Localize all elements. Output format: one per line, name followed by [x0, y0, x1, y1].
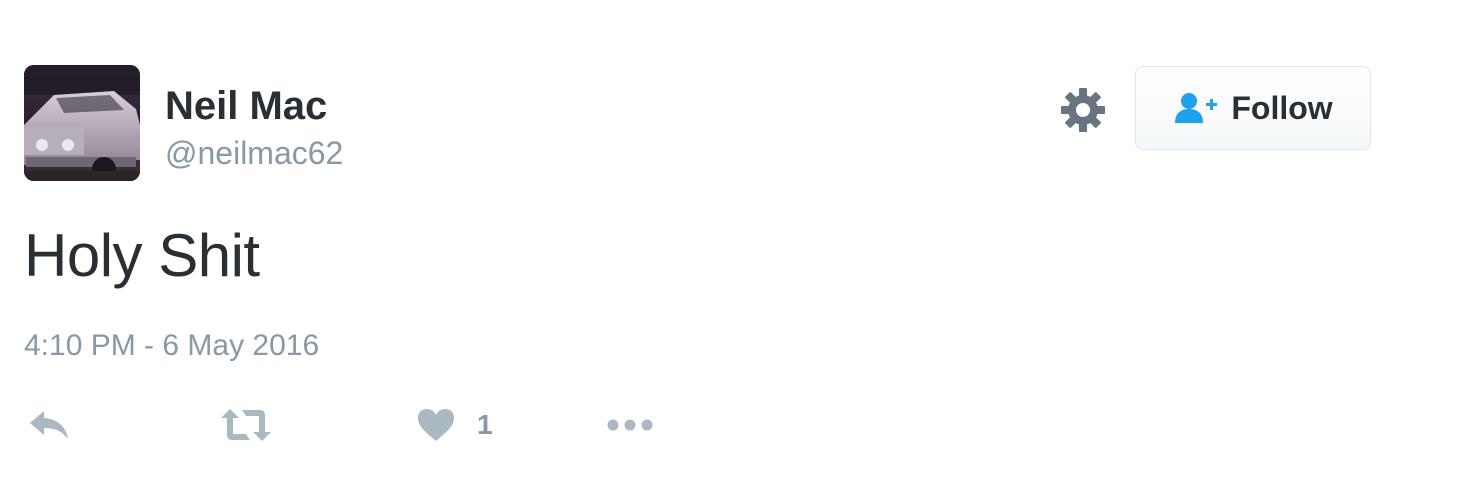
avatar[interactable]: [24, 65, 140, 181]
like-button[interactable]: 1: [417, 402, 493, 448]
user-display-name[interactable]: Neil Mac: [165, 82, 327, 130]
add-user-icon: [1175, 93, 1218, 123]
user-handle[interactable]: @neilmac62: [165, 133, 343, 173]
reply-icon: [30, 411, 68, 439]
more-button[interactable]: [606, 402, 654, 448]
avatar-car-photo: [24, 65, 140, 181]
retweet-button[interactable]: [220, 402, 272, 448]
follow-button[interactable]: Follow: [1135, 66, 1371, 150]
heart-icon: [418, 409, 454, 441]
tweet-timestamp[interactable]: 4:10 PM - 6 May 2016: [24, 327, 319, 365]
reply-button[interactable]: [28, 402, 70, 448]
tweet-text: Holy Shit: [24, 222, 260, 289]
like-count: 1: [477, 409, 493, 440]
follow-button-label: Follow: [1231, 89, 1333, 126]
gear-icon[interactable]: [1060, 87, 1106, 133]
retweet-icon: [221, 409, 271, 441]
more-dots-icon: [607, 419, 653, 431]
